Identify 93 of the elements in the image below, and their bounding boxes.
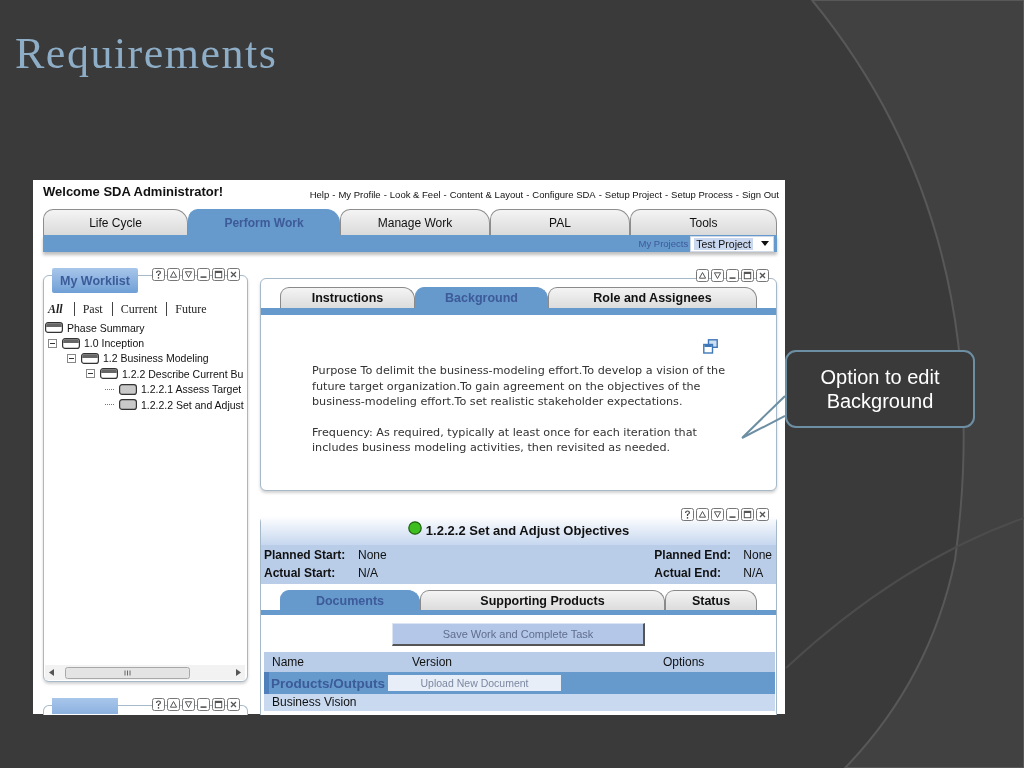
callout: Option to edit Background: [785, 350, 975, 428]
minimize-icon[interactable]: [726, 508, 739, 521]
move-up-icon[interactable]: [696, 508, 709, 521]
header-link[interactable]: Look & Feel: [389, 189, 441, 200]
separator-text: -: [332, 189, 336, 200]
header-link[interactable]: Help: [309, 189, 330, 200]
field-value: N/A: [743, 566, 764, 580]
collapse-icon[interactable]: [67, 353, 76, 363]
task-icon: [62, 337, 80, 349]
tab[interactable]: Status: [665, 590, 757, 610]
project-select[interactable]: Test Project: [690, 235, 774, 252]
filter-link[interactable]: Future: [166, 302, 216, 316]
collapse-icon[interactable]: [86, 369, 95, 379]
column-header: Options: [663, 655, 706, 669]
move-down-icon[interactable]: [182, 698, 195, 711]
tree-item[interactable]: 1.2 Business Modeling: [103, 352, 209, 365]
separator-text: -: [735, 189, 740, 200]
separator-text: -: [526, 189, 530, 200]
column-header: Name: [272, 655, 305, 669]
tree-item[interactable]: Phase Summary: [67, 321, 145, 334]
caret-icon: [761, 241, 769, 246]
collapse-icon[interactable]: [48, 338, 57, 348]
maximize-icon[interactable]: [741, 269, 754, 282]
help-icon[interactable]: [152, 698, 165, 711]
move-down-icon[interactable]: [711, 269, 724, 282]
minimize-icon[interactable]: [726, 269, 739, 282]
status-dot-icon: [407, 520, 422, 535]
welcome-text: Welcome SDA Administrator!: [43, 184, 224, 199]
scroll-right-icon[interactable]: [236, 669, 241, 676]
close-icon[interactable]: [227, 698, 240, 711]
filter-link[interactable]: Past: [73, 302, 112, 316]
task-icon: [119, 399, 137, 411]
help-icon[interactable]: [681, 508, 694, 521]
field-label: Actual Start:: [264, 566, 337, 580]
field-value: None: [358, 548, 387, 562]
horizontal-scrollbar[interactable]: [45, 665, 245, 680]
description-text: Purpose To delimit the business-modeling effort.To develop a vision of the future target organization.To gain agreement on the objectives of the business-modeling effort.To set realistic stakeholder expectations.: [312, 363, 726, 410]
move-down-icon[interactable]: [711, 508, 724, 521]
close-icon[interactable]: [756, 269, 769, 282]
maximize-icon[interactable]: [741, 508, 754, 521]
overlapping-squares-icon[interactable]: [703, 339, 718, 354]
description-text: Frequency: As required, typically at least once for each iteration that includes business modeling activities, then revisited as needed.: [312, 424, 698, 456]
separator-text: -: [383, 189, 387, 200]
tree-item[interactable]: 1.2.2.2 Set and Adjust: [141, 398, 244, 411]
close-icon[interactable]: [756, 508, 769, 521]
header-link[interactable]: Content & Layout: [449, 189, 524, 200]
move-down-icon[interactable]: [182, 268, 195, 281]
scroll-left-icon[interactable]: [49, 669, 54, 676]
callout-leader: [741, 395, 785, 439]
tab[interactable]: Manage Work: [340, 209, 490, 235]
tab[interactable]: Life Cycle: [43, 209, 188, 235]
header-link[interactable]: My Profile: [338, 189, 381, 200]
minimize-icon[interactable]: [197, 698, 210, 711]
column-header: Version: [412, 655, 454, 669]
close-icon[interactable]: [227, 268, 240, 281]
task-icon: [119, 383, 137, 395]
header-link[interactable]: Configure SDA: [532, 189, 596, 200]
field-label: Planned Start:: [264, 548, 347, 562]
tab[interactable]: Instructions: [280, 287, 415, 308]
tab[interactable]: Supporting Products: [420, 590, 665, 610]
field-label: Actual End:: [654, 566, 722, 580]
help-icon[interactable]: [152, 268, 165, 281]
maximize-icon[interactable]: [212, 268, 225, 281]
tab[interactable]: PAL: [490, 209, 630, 235]
panel-title: My Worklist: [52, 268, 138, 293]
filter-link[interactable]: All: [46, 302, 74, 316]
move-up-icon[interactable]: [167, 268, 180, 281]
separator-text: -: [443, 189, 447, 200]
filter-link[interactable]: Current: [111, 302, 167, 316]
maximize-icon[interactable]: [212, 698, 225, 711]
tree-item[interactable]: 1.2.2 Describe Current Bu: [122, 367, 244, 380]
move-up-icon[interactable]: [696, 269, 709, 282]
task-icon: [81, 352, 99, 364]
slide-title: Requirements: [15, 30, 278, 79]
separator-text: -: [664, 189, 669, 200]
tab[interactable]: Role and Assignees: [548, 287, 757, 308]
separator-text: -: [598, 189, 602, 200]
header-link[interactable]: Setup Project: [604, 189, 662, 200]
scrollbar-thumb[interactable]: [65, 666, 190, 679]
group-label: Products/Outputs: [271, 675, 385, 691]
tree-item[interactable]: 1.0 Inception: [84, 337, 145, 350]
task-title: 1.2.2.2 Set and Adjust Objectives: [425, 523, 630, 538]
tab[interactable]: Tools: [630, 209, 777, 235]
table-cell: Business Vision: [264, 694, 775, 711]
field-value: N/A: [358, 566, 378, 580]
field-label: Planned End:: [654, 548, 732, 562]
field-value: None: [743, 548, 772, 562]
header-link[interactable]: Sign Out: [742, 189, 779, 200]
task-icon: [100, 368, 118, 380]
tree-item[interactable]: 1.2.2.1 Assess Target: [141, 383, 242, 396]
minimize-icon[interactable]: [197, 268, 210, 281]
header-link[interactable]: Setup Process: [671, 189, 733, 200]
move-up-icon[interactable]: [167, 698, 180, 711]
